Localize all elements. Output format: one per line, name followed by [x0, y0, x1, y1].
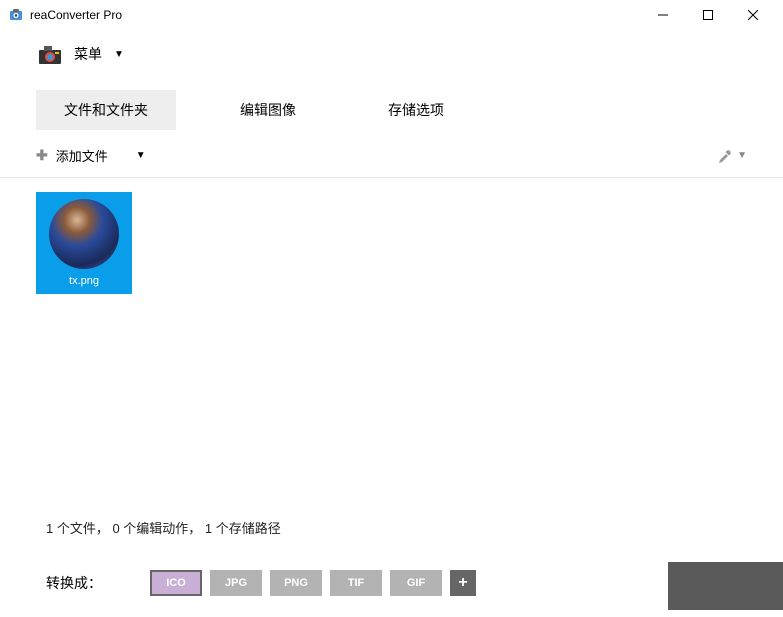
convert-label: 转换成： [46, 573, 102, 593]
camera-icon [36, 42, 64, 66]
format-gif-button[interactable]: GIF [390, 570, 442, 596]
wrench-icon [717, 148, 733, 164]
menu-bar: 菜单 ▼ [0, 30, 783, 78]
file-thumbnail [49, 199, 119, 269]
app-icon [8, 7, 24, 23]
tab-storage[interactable]: 存储选项 [360, 90, 472, 130]
convert-bar: 转换成： ICO JPG PNG TIF GIF + [0, 549, 783, 617]
settings-button[interactable]: ▼ [717, 148, 747, 164]
format-jpg-button[interactable]: JPG [210, 570, 262, 596]
plus-icon: ✚ [36, 147, 48, 164]
chevron-down-icon: ▼ [737, 150, 747, 161]
format-buttons: ICO JPG PNG TIF GIF + [150, 570, 476, 596]
status-bar: 1 个文件， 0 个编辑动作， 1 个存储路径 [0, 518, 783, 537]
file-grid: tx.png [0, 178, 783, 518]
minimize-button[interactable] [640, 0, 685, 30]
format-add-button[interactable]: + [450, 570, 476, 596]
toolbar: ✚ 添加文件 ▼ ▼ [0, 134, 783, 178]
titlebar: reaConverter Pro [0, 0, 783, 30]
add-file-button[interactable]: ✚ 添加文件 ▼ [36, 142, 146, 169]
tab-files[interactable]: 文件和文件夹 [36, 90, 176, 130]
format-ico-button[interactable]: ICO [150, 570, 202, 596]
add-file-label: 添加文件 [56, 146, 108, 165]
file-name: tx.png [69, 275, 99, 287]
bottom-right-panel [668, 562, 783, 610]
tab-edit[interactable]: 编辑图像 [212, 90, 324, 130]
close-button[interactable] [730, 0, 775, 30]
menu-button[interactable]: 菜单 [74, 44, 102, 64]
format-tif-button[interactable]: TIF [330, 570, 382, 596]
maximize-button[interactable] [685, 0, 730, 30]
format-png-button[interactable]: PNG [270, 570, 322, 596]
chevron-down-icon: ▼ [136, 150, 146, 161]
menu-dropdown-icon[interactable]: ▼ [114, 49, 124, 60]
window-title: reaConverter Pro [30, 8, 640, 22]
tab-bar: 文件和文件夹 编辑图像 存储选项 [0, 90, 783, 130]
file-item[interactable]: tx.png [36, 192, 132, 294]
